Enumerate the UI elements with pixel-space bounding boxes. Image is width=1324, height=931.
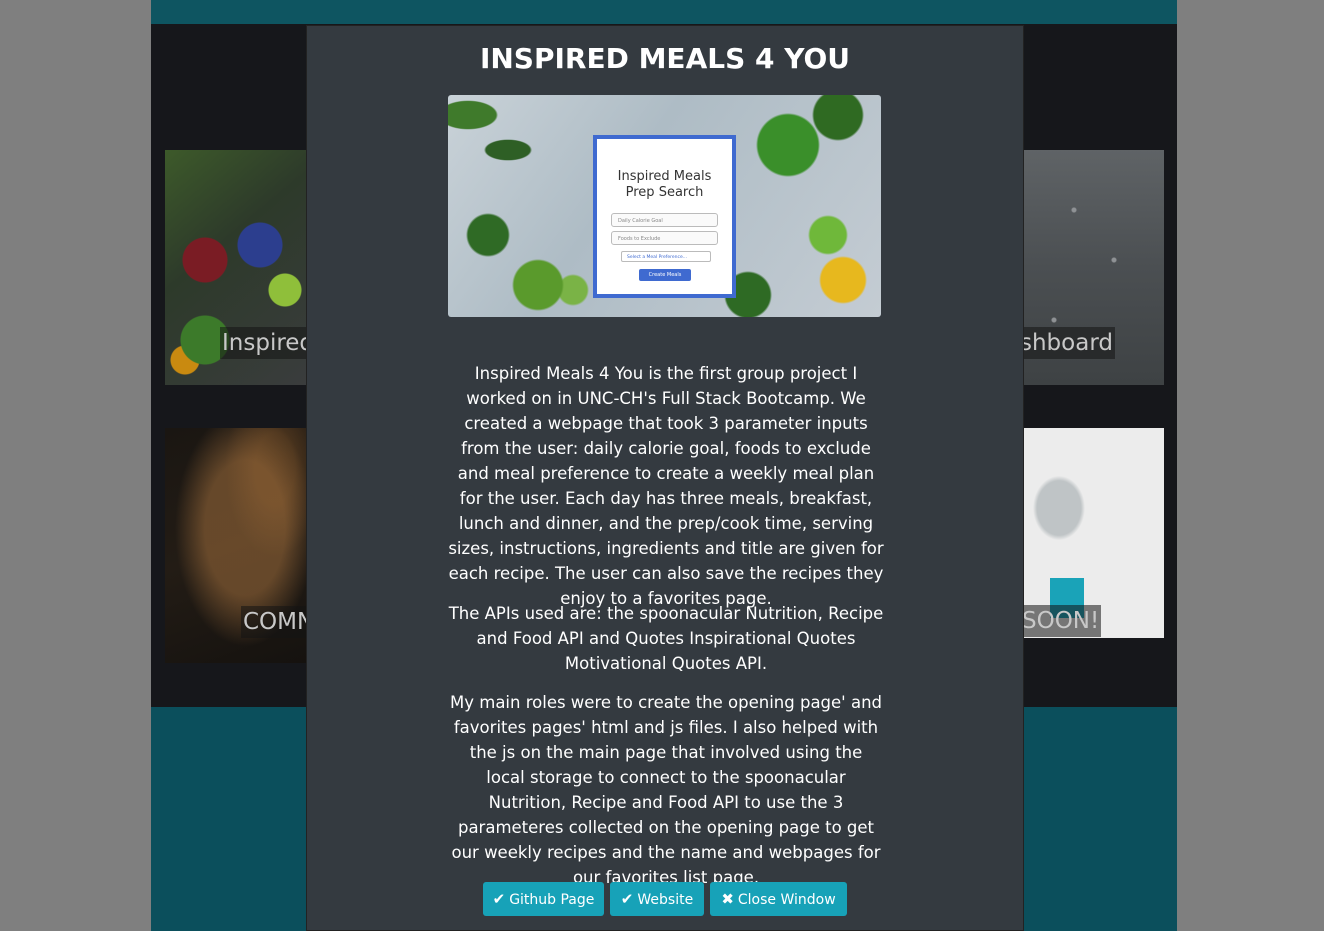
preview-subtitle: Prep Search xyxy=(625,185,704,200)
modal-title: INSPIRED MEALS 4 YOU xyxy=(479,42,851,75)
preview-select: Select a Meal Preference... xyxy=(621,251,711,262)
close-icon: ✖ xyxy=(721,890,734,908)
project-card-dashboard[interactable]: shboard xyxy=(1024,150,1164,385)
project-card-label: SOON! xyxy=(1024,605,1102,637)
project-card-coming[interactable]: COMN xyxy=(165,428,306,663)
top-strip xyxy=(151,0,1177,24)
project-roles: My main roles were to create the opening… xyxy=(450,693,882,887)
preview-calorie-field: Daily Calorie Goal xyxy=(611,213,718,227)
check-icon: ✔ xyxy=(492,890,506,908)
website-button[interactable]: ✔ Website xyxy=(610,882,704,916)
preview-form: Inspired Meals Prep Search Daily Calorie… xyxy=(593,135,736,298)
preview-create-button: Create Meals xyxy=(639,269,691,281)
project-description: Inspired Meals 4 You is the first group … xyxy=(448,364,884,608)
project-modal: INSPIRED MEALS 4 YOU Inspired Meals Prep… xyxy=(306,25,1024,931)
project-card-inspired[interactable]: Inspired xyxy=(165,150,306,385)
preview-exclude-field: Foods to Exclude xyxy=(611,231,718,245)
project-card-label: Inspired xyxy=(220,327,306,359)
project-preview-image: Inspired Meals Prep Search Daily Calorie… xyxy=(448,95,881,317)
project-card-label: shboard xyxy=(1024,327,1115,359)
github-page-button[interactable]: ✔ Github Page xyxy=(483,882,604,916)
check-icon: ✔ xyxy=(620,890,634,908)
project-apis: The APIs used are: the spoonacular Nutri… xyxy=(448,604,884,673)
project-card-label: COMN xyxy=(241,606,306,638)
project-card-soon[interactable]: SOON! xyxy=(1024,428,1164,638)
close-window-button[interactable]: ✖ Close Window xyxy=(710,882,847,916)
preview-title: Inspired Meals xyxy=(617,169,712,184)
